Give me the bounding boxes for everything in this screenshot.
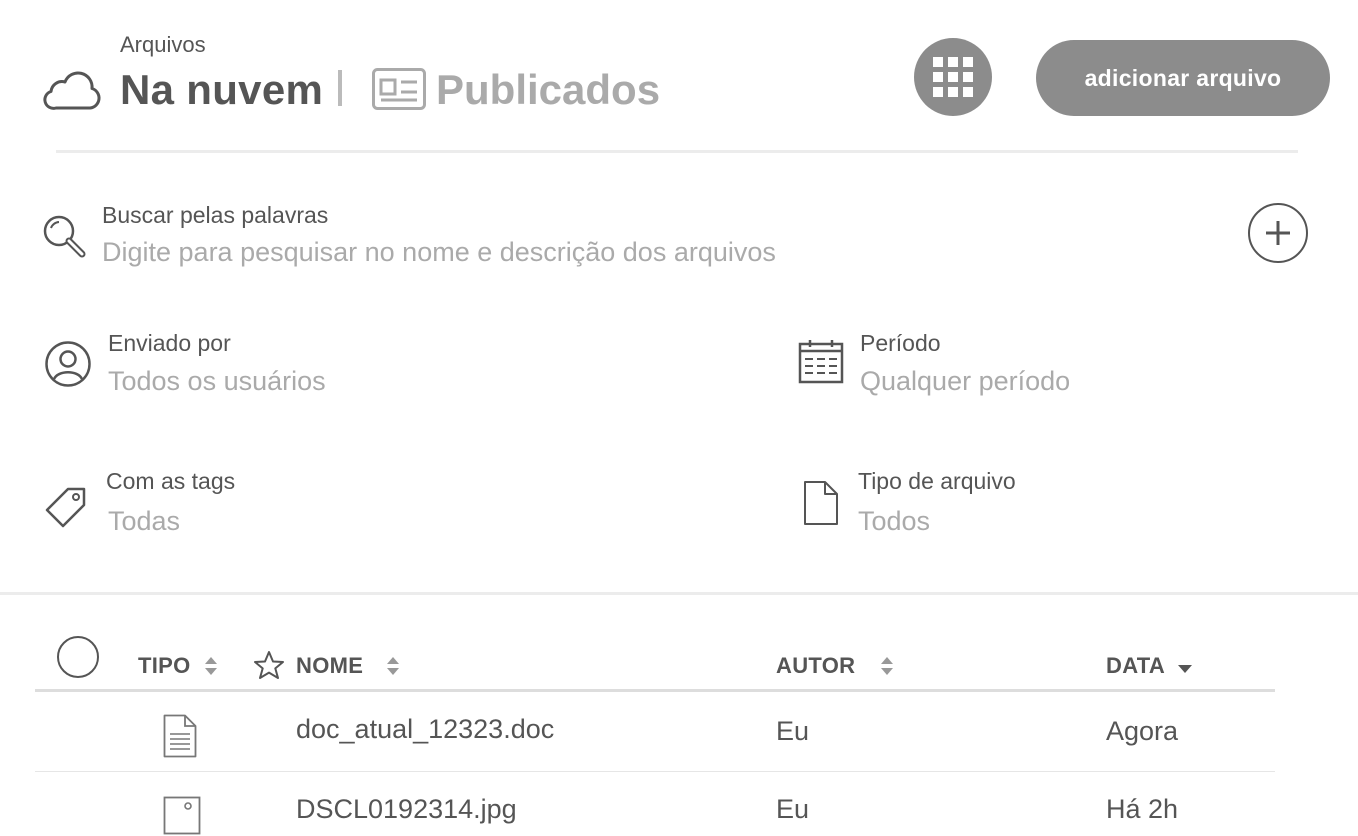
tags-label: Com as tags bbox=[106, 468, 236, 494]
tab-cloud[interactable]: Na nuvem bbox=[120, 66, 323, 114]
file-type-select[interactable]: Todos bbox=[858, 506, 930, 537]
file-author: Eu bbox=[776, 794, 810, 824]
file-icon bbox=[803, 480, 839, 526]
star-icon[interactable] bbox=[253, 650, 285, 680]
header-divider-line bbox=[56, 150, 1298, 153]
tags-select[interactable]: Todas bbox=[108, 506, 180, 537]
user-icon bbox=[44, 340, 92, 388]
search-label: Buscar pelas palavras bbox=[102, 202, 329, 228]
tab-published[interactable]: Publicados bbox=[436, 66, 660, 114]
search-input[interactable] bbox=[102, 232, 1202, 272]
sort-icon[interactable] bbox=[880, 656, 894, 676]
column-header-author[interactable]: AUTOR bbox=[776, 653, 855, 679]
file-type-label: Tipo de arquivo bbox=[858, 468, 1016, 494]
search-icon bbox=[42, 214, 88, 260]
sort-desc-icon[interactable] bbox=[1177, 664, 1193, 674]
sort-icon[interactable] bbox=[386, 656, 400, 676]
column-header-date[interactable]: DATA bbox=[1106, 653, 1165, 679]
file-name[interactable]: DSCL0192314.jpg bbox=[296, 794, 517, 825]
image-icon bbox=[163, 796, 201, 836]
published-card-icon bbox=[372, 68, 426, 110]
file-author: Eu bbox=[776, 716, 810, 746]
grid-view-button[interactable] bbox=[914, 38, 992, 116]
row-divider bbox=[35, 771, 1275, 772]
file-date: Há 2h bbox=[1106, 794, 1179, 824]
file-name[interactable]: doc_atual_12323.doc bbox=[296, 714, 554, 745]
file-date: Agora bbox=[1106, 716, 1179, 746]
period-select[interactable]: Qualquer período bbox=[860, 366, 1070, 397]
sent-by-label: Enviado por bbox=[108, 330, 231, 356]
header-divider bbox=[338, 70, 342, 106]
tag-icon bbox=[44, 486, 88, 530]
section-label: Arquivos bbox=[120, 32, 206, 57]
filters-divider bbox=[0, 592, 1358, 595]
sort-icon[interactable] bbox=[204, 656, 218, 676]
cloud-icon bbox=[42, 68, 102, 112]
column-header-type[interactable]: TIPO bbox=[138, 653, 191, 679]
calendar-icon bbox=[798, 338, 846, 386]
period-label: Período bbox=[860, 330, 941, 356]
select-all-checkbox[interactable] bbox=[57, 636, 99, 678]
plus-icon bbox=[1266, 221, 1290, 245]
document-icon bbox=[163, 714, 197, 758]
add-file-button[interactable]: adicionar arquivo bbox=[1036, 40, 1330, 116]
table-header-divider bbox=[35, 689, 1275, 692]
add-filter-button[interactable] bbox=[1248, 203, 1308, 263]
sent-by-select[interactable]: Todos os usuários bbox=[108, 366, 326, 397]
column-header-name[interactable]: NOME bbox=[296, 653, 363, 679]
grid-icon bbox=[933, 57, 973, 97]
